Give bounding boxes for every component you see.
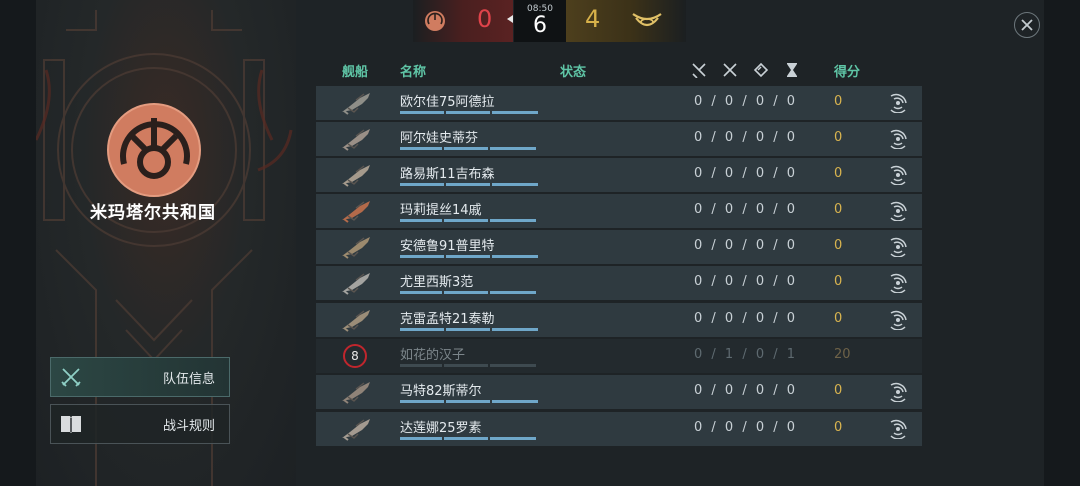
player-name: 欧尔佳75阿德拉 <box>400 95 495 110</box>
player-health-bars <box>400 219 540 222</box>
table-header: 舰船 名称 状态 得分 <box>316 54 922 84</box>
header-ship: 舰船 <box>342 65 369 80</box>
red-team-score: 0 <box>477 5 493 33</box>
signal-icon[interactable] <box>888 419 908 439</box>
table-row[interactable]: 马特82斯蒂尔 0 / 0 / 0 / 0 0 <box>316 375 922 409</box>
header-score: 得分 <box>834 65 861 80</box>
player-health-bars <box>400 147 540 150</box>
crossed-swords-icon <box>723 63 737 77</box>
player-health-bars <box>400 183 540 186</box>
signal-icon[interactable] <box>888 165 908 185</box>
signal-icon[interactable] <box>888 382 908 402</box>
player-stats: 0 / 0 / 0 / 0 <box>694 420 796 435</box>
player-name: 克雷孟特21泰勒 <box>400 312 495 327</box>
player-health-bars <box>400 364 540 367</box>
player-stats: 0 / 0 / 0 / 0 <box>694 202 796 217</box>
table-row[interactable]: 欧尔佳75阿德拉 0 / 0 / 0 / 0 0 <box>316 86 922 120</box>
player-health-bars <box>400 291 540 294</box>
table-row[interactable]: 安德鲁91普里特 0 / 0 / 0 / 0 0 <box>316 230 922 264</box>
player-score: 0 <box>834 420 843 435</box>
team-roster-table: 舰船 名称 状态 得分 欧尔佳75阿德拉 0 / 0 / 0 / 0 0 阿尔娃史蒂… <box>316 54 922 446</box>
diamond-icon <box>753 62 769 78</box>
ship-icon <box>342 129 370 151</box>
gold-team-score-panel <box>566 0 686 42</box>
ship-icon <box>342 310 370 332</box>
player-stats: 0 / 1 / 0 / 1 <box>694 347 796 362</box>
player-stats: 0 / 0 / 0 / 0 <box>694 274 796 289</box>
table-row[interactable]: 8 如花的汉子 0 / 1 / 0 / 1 20 <box>316 339 922 373</box>
table-row[interactable]: 路易斯11吉布森 0 / 0 / 0 / 0 0 <box>316 158 922 192</box>
left-edge <box>0 0 36 486</box>
player-name: 路易斯11吉布森 <box>400 167 495 182</box>
player-score: 0 <box>834 274 843 289</box>
book-icon <box>51 413 91 435</box>
battle-rules-button[interactable]: 战斗规则 <box>50 404 230 444</box>
turn-arrow-icon <box>507 15 513 23</box>
signal-icon[interactable] <box>888 93 908 113</box>
team-info-label: 队伍信息 <box>162 371 215 387</box>
close-button[interactable] <box>1014 12 1040 38</box>
ship-icon <box>342 165 370 187</box>
minmatar-team-icon <box>425 11 445 31</box>
table-row[interactable]: 尤里西斯3范 0 / 0 / 0 / 0 0 <box>316 266 922 300</box>
player-stats: 0 / 0 / 0 / 0 <box>694 166 796 181</box>
ship-icon <box>342 273 370 295</box>
table-row[interactable]: 达莲娜25罗素 0 / 0 / 0 / 0 0 <box>316 412 922 446</box>
ship-icon <box>342 93 370 115</box>
crossed-swords-icon <box>51 365 91 389</box>
table-row[interactable]: 克雷孟特21泰勒 0 / 0 / 0 / 0 0 <box>316 303 922 337</box>
table-row[interactable]: 玛莉提丝14戚 0 / 0 / 0 / 0 0 <box>316 194 922 228</box>
gold-team-score: 4 <box>585 5 601 33</box>
player-stats: 0 / 0 / 0 / 0 <box>694 311 796 326</box>
round-number: 6 <box>533 13 547 38</box>
battle-rules-label: 战斗规则 <box>162 418 215 434</box>
player-name: 马特82斯蒂尔 <box>400 384 482 399</box>
team-info-button[interactable]: 队伍信息 <box>50 357 230 397</box>
player-stats: 0 / 0 / 0 / 0 <box>694 94 796 109</box>
player-name: 如花的汉子 <box>400 348 466 363</box>
player-health-bars <box>400 437 540 440</box>
player-score: 0 <box>834 94 843 109</box>
player-stats: 0 / 0 / 0 / 0 <box>694 383 796 398</box>
ship-icon <box>342 201 370 223</box>
kill-icon <box>692 63 706 78</box>
signal-icon[interactable] <box>888 201 908 221</box>
signal-icon[interactable] <box>888 129 908 149</box>
player-score: 0 <box>834 238 843 253</box>
right-edge <box>1044 0 1080 486</box>
player-score: 0 <box>834 166 843 181</box>
player-health-bars <box>400 400 540 403</box>
player-stats: 0 / 0 / 0 / 0 <box>694 238 796 253</box>
player-name: 尤里西斯3范 <box>400 275 474 290</box>
player-score: 0 <box>834 311 843 326</box>
faction-name: 米玛塔尔共和国 <box>90 203 216 223</box>
player-health-bars <box>400 111 540 114</box>
player-stats: 0 / 0 / 0 / 0 <box>694 130 796 145</box>
ship-icon <box>342 382 370 404</box>
player-name: 安德鲁91普里特 <box>400 239 495 254</box>
header-status: 状态 <box>560 65 587 80</box>
player-score: 0 <box>834 202 843 217</box>
respawn-countdown-badge: 8 <box>343 344 367 368</box>
player-name: 阿尔娃史蒂芬 <box>400 131 479 146</box>
ship-icon <box>342 237 370 259</box>
hourglass-icon <box>787 63 797 77</box>
player-score: 20 <box>834 347 851 362</box>
player-score: 0 <box>834 383 843 398</box>
table-row[interactable]: 阿尔娃史蒂芬 0 / 0 / 0 / 0 0 <box>316 122 922 156</box>
player-name: 达莲娜25罗素 <box>400 421 482 436</box>
ship-icon <box>342 419 370 441</box>
player-score: 0 <box>834 130 843 145</box>
player-name: 玛莉提丝14戚 <box>400 203 482 218</box>
player-health-bars <box>400 255 540 258</box>
signal-icon[interactable] <box>888 273 908 293</box>
close-icon <box>1021 19 1033 31</box>
red-team-score-panel <box>413 0 513 42</box>
player-health-bars <box>400 328 540 331</box>
amarr-team-icon <box>632 13 662 27</box>
signal-icon[interactable] <box>888 310 908 330</box>
signal-icon[interactable] <box>888 237 908 257</box>
minmatar-emblem-icon <box>107 103 201 197</box>
header-name: 名称 <box>400 65 427 80</box>
